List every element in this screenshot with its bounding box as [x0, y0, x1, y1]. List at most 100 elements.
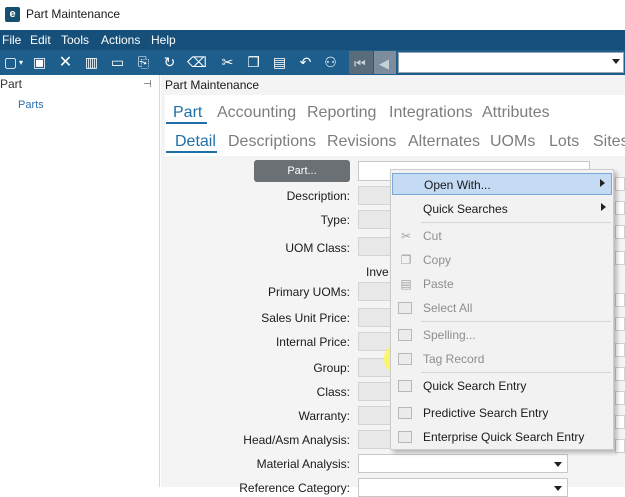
menu-item-enterprise-quick-search-entry[interactable]: Enterprise Quick Search Entry: [392, 426, 612, 448]
edge-control[interactable]: [615, 177, 625, 191]
edge-control[interactable]: [615, 225, 625, 239]
book-icon[interactable]: ▥: [83, 54, 100, 71]
context-menu: Open With... Quick Searches ✂ Cut ❐ Copy…: [390, 169, 614, 450]
subtab-lots[interactable]: Lots: [549, 133, 579, 151]
clear-icon[interactable]: ⌫: [187, 54, 207, 71]
subtab-uoms[interactable]: UOMs: [490, 133, 535, 151]
new-dropdown-icon[interactable]: ▾: [17, 54, 25, 71]
window-title: Part Maintenance: [26, 7, 121, 21]
scissors-icon: ✂: [400, 229, 412, 243]
tab-integrations[interactable]: Integrations: [389, 104, 473, 122]
edge-control[interactable]: [615, 293, 625, 307]
edge-control[interactable]: [615, 391, 625, 405]
quick-search-icon: [398, 380, 412, 392]
warranty-label: Warranty:: [298, 409, 350, 423]
primary-uoms-label: Primary UOMs:: [268, 285, 350, 299]
binoculars-icon[interactable]: ⚇: [322, 54, 339, 71]
edge-control[interactable]: [615, 439, 625, 453]
menu-help[interactable]: Help: [151, 33, 176, 47]
page-title: Part Maintenance: [165, 78, 260, 92]
tab-reporting[interactable]: Reporting: [307, 104, 376, 122]
edge-control[interactable]: [615, 251, 625, 265]
save-icon[interactable]: ▣: [31, 54, 48, 71]
type-label: Type:: [320, 213, 350, 227]
delete-icon[interactable]: ✕: [57, 54, 74, 71]
internal-price-label: Internal Price:: [275, 335, 350, 349]
menu-item-select-all[interactable]: Select All: [392, 297, 612, 319]
paste-icon: ▤: [400, 277, 412, 291]
menu-tools[interactable]: Tools: [61, 33, 89, 47]
reference-category-select[interactable]: [358, 478, 568, 497]
right-edge-controls: [615, 175, 625, 487]
edge-control[interactable]: [615, 343, 625, 357]
enterprise-search-icon: [398, 431, 412, 443]
subtab-revisions[interactable]: Revisions: [327, 133, 396, 151]
material-analysis-select[interactable]: [358, 454, 568, 473]
subtab-sites[interactable]: Sites: [593, 133, 625, 151]
group-label: Group:: [313, 361, 350, 375]
menu-edit[interactable]: Edit: [30, 33, 51, 47]
uom-class-label: UOM Class:: [285, 241, 350, 255]
menu-separator: [421, 321, 611, 322]
menu-bar: File Edit Tools Actions Help: [0, 30, 625, 50]
menu-item-label: Predictive Search Entry: [423, 406, 549, 420]
head-asm-analysis-label: Head/Asm Analysis:: [243, 433, 350, 447]
record-navigator-select[interactable]: [398, 52, 624, 73]
menu-item-label: Enterprise Quick Search Entry: [423, 430, 585, 444]
subtab-descriptions[interactable]: Descriptions: [228, 133, 316, 151]
refresh-icon[interactable]: ↻: [161, 54, 178, 71]
edge-control[interactable]: [615, 201, 625, 215]
class-label: Class:: [316, 385, 350, 399]
previous-record-button[interactable]: ◀: [374, 51, 396, 74]
menu-separator: [421, 372, 611, 373]
menu-item-spelling[interactable]: Spelling...: [392, 324, 612, 346]
undo-icon[interactable]: ↶: [297, 54, 314, 71]
menu-item-copy[interactable]: ❐ Copy: [392, 249, 612, 271]
menu-separator: [421, 222, 611, 223]
menu-item-label: Select All: [423, 301, 473, 315]
tree-panel: [0, 75, 160, 487]
menu-item-cut[interactable]: ✂ Cut: [392, 225, 612, 247]
menu-item-quick-search-entry[interactable]: Quick Search Entry: [392, 375, 612, 397]
menu-item-label: Tag Record: [423, 352, 485, 366]
first-record-button[interactable]: ⏮: [349, 51, 373, 74]
subtab-detail-underline: [166, 151, 217, 153]
menu-item-paste[interactable]: ▤ Paste: [392, 273, 612, 295]
tab-accounting[interactable]: Accounting: [217, 104, 296, 122]
copy-icon[interactable]: ❐: [245, 54, 262, 71]
chevron-right-icon: [600, 179, 605, 187]
first-record-icon: ⏮: [354, 56, 366, 71]
menu-item-label: Quick Search Entry: [423, 379, 527, 393]
spelling-icon: [398, 329, 412, 341]
edge-control[interactable]: [615, 367, 625, 381]
menu-item-predictive-search-entry[interactable]: Predictive Search Entry: [392, 402, 612, 424]
menu-item-label: Cut: [423, 229, 442, 243]
menu-item-open-with[interactable]: Open With...: [392, 173, 612, 195]
paste-icon[interactable]: ▤: [271, 54, 288, 71]
cut-icon[interactable]: ✂: [219, 54, 236, 71]
menu-item-label: Spelling...: [423, 328, 476, 342]
tab-part[interactable]: Part: [173, 104, 202, 122]
tag-icon: [398, 353, 412, 365]
menu-actions[interactable]: Actions: [101, 33, 140, 47]
predictive-search-icon: [398, 407, 412, 419]
edge-control[interactable]: [615, 415, 625, 429]
memo-icon[interactable]: ▭: [109, 54, 126, 71]
edge-control[interactable]: [615, 317, 625, 331]
pin-icon[interactable]: ⊣: [143, 79, 152, 90]
attach-icon[interactable]: ⎘: [135, 54, 152, 71]
subtab-detail[interactable]: Detail: [175, 133, 216, 151]
menu-item-label: Open With...: [424, 178, 491, 192]
tree-item-parts[interactable]: Parts: [18, 99, 44, 111]
tab-attributes[interactable]: Attributes: [482, 104, 550, 122]
menu-file[interactable]: File: [2, 33, 21, 47]
title-bar: e Part Maintenance: [0, 0, 625, 30]
part-button[interactable]: Part...: [254, 160, 350, 182]
menu-item-quick-searches[interactable]: Quick Searches: [392, 198, 612, 220]
menu-item-label: Quick Searches: [423, 202, 508, 216]
subtab-alternates[interactable]: Alternates: [408, 133, 480, 151]
menu-item-tag-record[interactable]: Tag Record: [392, 348, 612, 370]
reference-category-label: Reference Category:: [239, 481, 350, 495]
app-logo-icon: e: [5, 7, 20, 22]
copy-icon: ❐: [400, 253, 412, 267]
